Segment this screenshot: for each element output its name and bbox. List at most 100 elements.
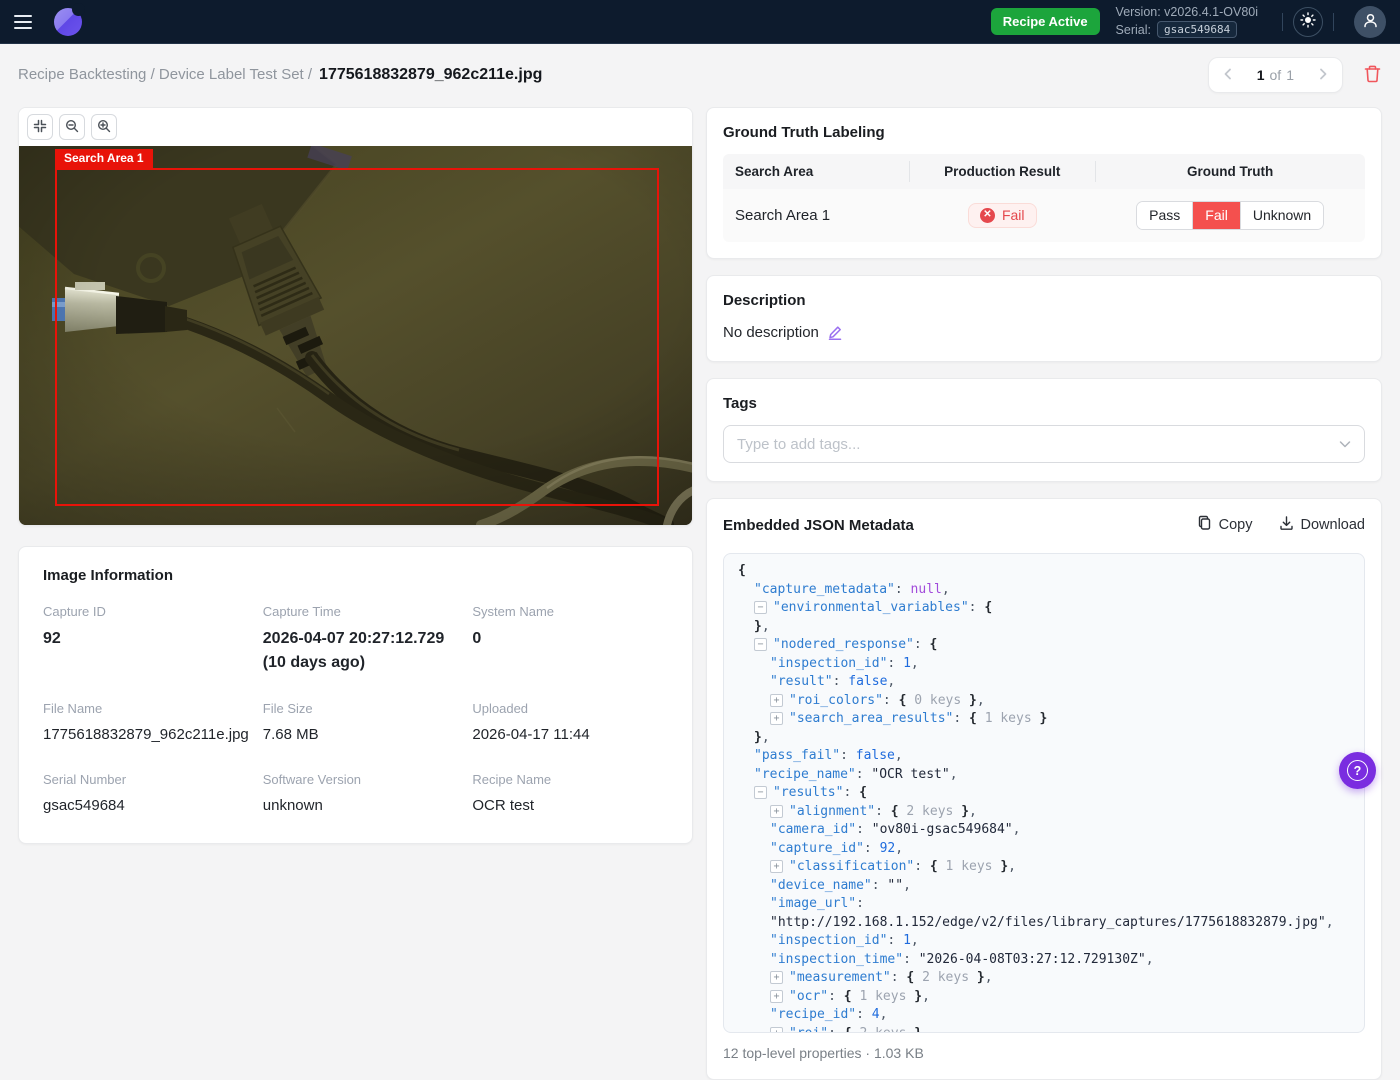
page: Recipe Active Version: v2026.4.1-OV80i S… xyxy=(0,0,1400,1024)
json-line: +"roi_colors": { 0 keys }, xyxy=(734,692,1354,711)
json-line: "image_url": xyxy=(734,895,1354,914)
app-logo[interactable] xyxy=(54,8,82,36)
tags-card: Tags xyxy=(706,378,1382,482)
json-line: "device_name": "", xyxy=(734,877,1354,896)
image-information-card: Image Information Capture ID 92 Capture … xyxy=(18,546,693,844)
json-line: "capture_id": 92, xyxy=(734,840,1354,859)
ground-truth-option-pass[interactable]: Pass xyxy=(1137,202,1193,229)
hamburger-menu-icon[interactable] xyxy=(14,9,40,35)
json-line: +"measurement": { 2 keys }, xyxy=(734,969,1354,988)
ground-truth-segmented-control: Pass Fail Unknown xyxy=(1136,201,1324,230)
expand-node-icon[interactable]: + xyxy=(770,860,783,873)
breadcrumb[interactable]: Recipe Backtesting / Device Label Test S… xyxy=(18,66,312,83)
divider xyxy=(1333,13,1334,31)
chevron-left-icon xyxy=(1221,67,1235,84)
collapse-node-icon[interactable]: − xyxy=(754,601,767,614)
production-fail-badge: ✕ Fail xyxy=(968,203,1037,228)
json-line: "inspection_id": 1, xyxy=(734,655,1354,674)
delete-image-button[interactable] xyxy=(1363,64,1382,87)
description-empty-text: No description xyxy=(723,324,819,341)
info-field-capture-id: Capture ID 92 xyxy=(43,604,249,675)
json-viewer[interactable]: {"capture_metadata": null,−"environmenta… xyxy=(723,553,1365,1033)
json-line: "recipe_name": "OCR test", xyxy=(734,766,1354,785)
page-title-filename: 1775618832879_962c211e.jpg xyxy=(319,66,542,84)
version-text: Version: v2026.4.1-OV80i xyxy=(1116,5,1258,19)
expand-node-icon[interactable]: + xyxy=(770,1027,783,1034)
version-serial-block: Version: v2026.4.1-OV80i Serial: gsac549… xyxy=(1116,5,1258,38)
chevron-right-icon xyxy=(1316,67,1330,84)
fit-screen-icon xyxy=(33,119,47,136)
recipe-active-badge: Recipe Active xyxy=(991,8,1100,35)
collapse-node-icon[interactable]: − xyxy=(754,638,767,651)
zoom-in-button[interactable] xyxy=(91,114,117,140)
info-field-system-name: System Name 0 xyxy=(472,604,668,675)
prev-page-button[interactable] xyxy=(1213,60,1243,90)
download-json-button[interactable]: Download xyxy=(1279,515,1366,535)
description-card: Description No description xyxy=(706,275,1382,362)
description-title: Description xyxy=(723,292,1365,309)
json-line: }, xyxy=(734,729,1354,748)
tags-input[interactable] xyxy=(723,425,1365,463)
copy-icon xyxy=(1197,515,1212,535)
production-result-cell: ✕ Fail xyxy=(909,191,1095,240)
zoom-out-button[interactable] xyxy=(59,114,85,140)
question-mark-icon: ? xyxy=(1347,760,1368,781)
top-navbar: Recipe Active Version: v2026.4.1-OV80i S… xyxy=(0,0,1400,44)
expand-node-icon[interactable]: + xyxy=(770,971,783,984)
json-line: −"nodered_response": { xyxy=(734,636,1354,655)
expand-node-icon[interactable]: + xyxy=(770,990,783,1003)
help-button[interactable]: ? xyxy=(1339,752,1376,789)
json-line: −"results": { xyxy=(734,784,1354,803)
ground-truth-title: Ground Truth Labeling xyxy=(723,124,1365,141)
viewer-toolbar xyxy=(19,108,692,146)
zoom-in-icon xyxy=(97,119,111,136)
json-line: "capture_metadata": null, xyxy=(734,581,1354,600)
json-line: { xyxy=(734,562,1354,581)
image-information-title: Image Information xyxy=(43,567,668,584)
fail-circle-x-icon: ✕ xyxy=(980,208,995,223)
next-page-button[interactable] xyxy=(1308,60,1338,90)
person-icon xyxy=(1362,12,1379,32)
fit-to-screen-button[interactable] xyxy=(27,114,53,140)
divider xyxy=(1282,13,1283,31)
column-header-ground-truth: Ground Truth xyxy=(1095,154,1365,189)
json-line: +"ocr": { 1 keys }, xyxy=(734,988,1354,1007)
edit-description-icon[interactable] xyxy=(827,325,843,341)
json-footer-summary: 12 top-level properties · 1.03 KB xyxy=(723,1045,1365,1061)
column-header-production-result: Production Result xyxy=(909,154,1095,189)
page-of-word: of xyxy=(1270,67,1282,83)
ground-truth-option-unknown[interactable]: Unknown xyxy=(1241,202,1323,229)
theme-toggle-button[interactable] xyxy=(1293,7,1323,37)
json-line: −"environmental_variables": { xyxy=(734,599,1354,618)
ground-truth-cell: Pass Fail Unknown xyxy=(1095,189,1365,242)
trash-icon xyxy=(1363,64,1382,87)
json-line: +"alignment": { 2 keys }, xyxy=(734,803,1354,822)
user-avatar-button[interactable] xyxy=(1354,6,1386,38)
json-line: "inspection_time": "2026-04-08T03:27:12.… xyxy=(734,951,1354,970)
search-area-bounding-box xyxy=(55,168,659,506)
tags-title: Tags xyxy=(723,395,1365,412)
json-line: "camera_id": "ov80i-gsac549684", xyxy=(734,821,1354,840)
info-field-file-size: File Size 7.68 MB xyxy=(263,701,459,746)
ground-truth-option-fail[interactable]: Fail xyxy=(1193,202,1241,229)
info-field-software-version: Software Version unknown xyxy=(263,772,459,817)
json-line: }, xyxy=(734,618,1354,637)
download-icon xyxy=(1279,515,1294,535)
current-page-number: 1 xyxy=(1257,67,1265,83)
ground-truth-table: Search Area Production Result Ground Tru… xyxy=(723,154,1365,242)
copy-json-button[interactable]: Copy xyxy=(1197,515,1253,535)
inspection-photo[interactable]: Search Area 1 xyxy=(19,146,693,525)
image-information-grid: Capture ID 92 Capture Time 2026-04-07 20… xyxy=(43,604,668,817)
info-field-capture-time: Capture Time 2026-04-07 20:27:12.729 (10… xyxy=(263,604,459,675)
json-line: "pass_fail": false, xyxy=(734,747,1354,766)
info-field-serial-number: Serial Number gsac549684 xyxy=(43,772,249,817)
expand-node-icon[interactable]: + xyxy=(770,694,783,707)
serial-value: gsac549684 xyxy=(1157,21,1237,38)
search-area-name: Search Area 1 xyxy=(723,195,909,236)
expand-node-icon[interactable]: + xyxy=(770,805,783,818)
expand-node-icon[interactable]: + xyxy=(770,712,783,725)
json-line: "inspection_id": 1, xyxy=(734,932,1354,951)
json-code: {"capture_metadata": null,−"environmenta… xyxy=(734,562,1354,1033)
collapse-node-icon[interactable]: − xyxy=(754,786,767,799)
json-metadata-card: Embedded JSON Metadata Copy Download xyxy=(706,498,1382,1080)
